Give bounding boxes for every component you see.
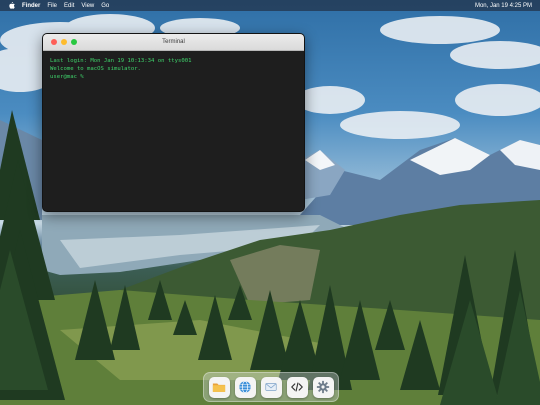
menu-view[interactable]: View bbox=[81, 3, 94, 9]
envelope-icon bbox=[265, 383, 277, 391]
terminal-line: Last login: Mon Jan 19 10:13:34 on ttys0… bbox=[50, 58, 192, 64]
terminal-titlebar[interactable]: Terminal bbox=[43, 34, 304, 51]
gear-icon bbox=[316, 380, 330, 394]
globe-icon bbox=[239, 380, 251, 394]
menu-go[interactable]: Go bbox=[101, 3, 109, 9]
dock-item-finder[interactable] bbox=[208, 376, 230, 398]
terminal-line: Welcome to macOS simulator. bbox=[50, 66, 141, 72]
dock-item-browser[interactable] bbox=[234, 376, 256, 398]
dock-item-mail[interactable] bbox=[260, 376, 282, 398]
dock-item-settings[interactable] bbox=[312, 376, 334, 398]
code-icon bbox=[291, 382, 303, 392]
terminal-prompt[interactable]: user@mac % bbox=[50, 73, 87, 81]
terminal-output[interactable]: Last login: Mon Jan 19 10:13:34 on ttys0… bbox=[43, 51, 304, 87]
menu-file[interactable]: File bbox=[47, 3, 57, 9]
dock bbox=[203, 372, 339, 402]
menu-edit[interactable]: Edit bbox=[64, 3, 74, 9]
folder-icon bbox=[212, 383, 226, 392]
dock-item-code-editor[interactable] bbox=[286, 376, 308, 398]
menu-bar: Finder File Edit View Go Mon, Jan 19 4:2… bbox=[0, 0, 540, 11]
window-title: Terminal bbox=[162, 39, 185, 45]
menu-app-name[interactable]: Finder bbox=[22, 3, 40, 9]
apple-icon[interactable] bbox=[8, 2, 15, 9]
menu-clock[interactable]: Mon, Jan 19 4:25 PM bbox=[475, 3, 540, 9]
terminal-window[interactable]: Terminal Last login: Mon Jan 19 10:13:34… bbox=[42, 33, 305, 212]
